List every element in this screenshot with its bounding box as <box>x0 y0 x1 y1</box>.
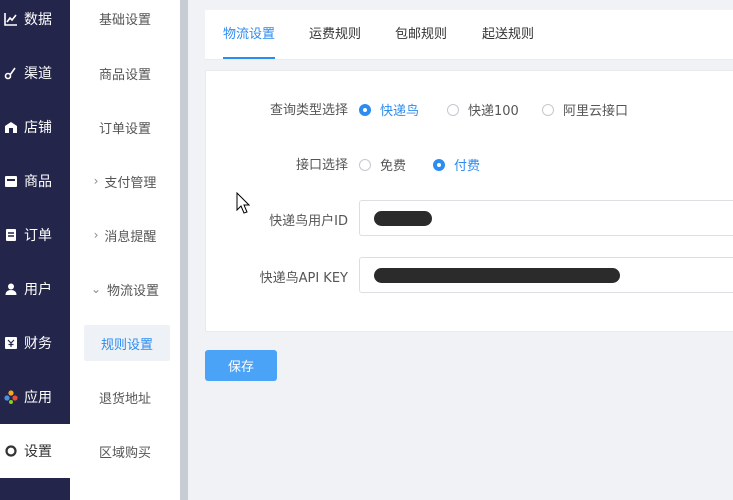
channel-icon <box>4 66 18 80</box>
nav-item-finance[interactable]: 财务 <box>0 316 70 370</box>
nav-item-label: 商品 <box>24 174 52 190</box>
subnav-region-purchase[interactable]: 区域购买 <box>70 433 180 469</box>
chart-icon <box>4 12 18 26</box>
radio-aliyun[interactable]: 阿里云接口 <box>542 100 628 119</box>
nav-item-label: 渠道 <box>24 66 52 82</box>
sidebar-divider <box>180 0 188 500</box>
radio-dot-icon <box>359 103 371 116</box>
nav-item-label: 用户 <box>24 282 52 298</box>
logistics-form: 查询类型选择 快递鸟 快递100 阿里云接口 接口选择 免费 付费 快递鸟用户I… <box>205 70 733 332</box>
subnav-label: 退货地址 <box>98 391 151 407</box>
radio-dot-icon <box>447 103 459 116</box>
api-select-label: 接口选择 <box>295 158 348 173</box>
subnav-basic-settings[interactable]: 基础设置 <box>70 0 180 36</box>
tab-min-order-rules[interactable]: 起送规则 <box>482 10 534 60</box>
mouse-cursor-icon <box>236 192 250 214</box>
radio-label: 快递100 <box>468 104 519 119</box>
nav-item-goods[interactable]: 商品 <box>0 154 70 208</box>
tab-freight-rules[interactable]: 运费规则 <box>309 10 361 60</box>
nav-item-user[interactable]: 用户 <box>0 262 70 316</box>
tab-logistics-settings[interactable]: 物流设置 <box>223 10 275 60</box>
nav-item-label: 店铺 <box>24 120 52 136</box>
subnav-return-address[interactable]: 退货地址 <box>70 379 180 415</box>
tab-free-shipping-rules[interactable]: 包邮规则 <box>395 10 447 60</box>
primary-sidebar: 数据 渠道 店铺 商品 订单 用户 财务 应用 设置 <box>0 0 70 500</box>
nav-item-apps[interactable]: 应用 <box>0 370 70 424</box>
radio-dot-icon <box>542 103 554 116</box>
subnav-label: 订单设置 <box>98 121 151 137</box>
query-type-label: 查询类型选择 <box>269 103 348 118</box>
subnav-rule-settings[interactable]: 规则设置 <box>84 325 170 361</box>
secondary-sidebar: 基础设置 商品设置 订单设置 › 支付管理 › 消息提醒 ⌄ 物流设置 规则设置… <box>70 0 180 500</box>
tab-label: 运费规则 <box>309 27 362 42</box>
goods-icon <box>4 174 18 188</box>
subnav-logistics[interactable]: ⌄ 物流设置 <box>70 271 180 307</box>
api-key-label: 快递鸟API KEY <box>259 271 348 286</box>
subnav-order-settings[interactable]: 订单设置 <box>70 109 180 145</box>
subnav-label: 消息提醒 <box>104 229 157 245</box>
nav-item-store[interactable]: 店铺 <box>0 100 70 154</box>
nav-item-label: 设置 <box>24 444 52 460</box>
subnav-label: 商品设置 <box>98 67 151 83</box>
store-icon <box>4 120 18 134</box>
user-id-label: 快递鸟用户ID <box>269 214 348 229</box>
radio-label: 阿里云接口 <box>563 104 629 119</box>
radio-kdniao[interactable]: 快递鸟 <box>359 100 419 119</box>
radio-label: 免费 <box>380 159 407 174</box>
active-tab-indicator <box>223 57 275 59</box>
subnav-messages[interactable]: › 消息提醒 <box>70 217 180 253</box>
subnav-label: 支付管理 <box>104 175 157 191</box>
radio-kuaidi100[interactable]: 快递100 <box>447 100 519 119</box>
radio-dot-icon <box>359 158 371 171</box>
chevron-right-icon: › <box>93 228 99 242</box>
nav-item-settings[interactable]: 设置 <box>0 424 70 478</box>
tab-label: 包邮规则 <box>395 27 448 42</box>
nav-item-label: 应用 <box>24 390 52 406</box>
redaction-mark <box>374 268 620 283</box>
radio-label: 付费 <box>454 159 481 174</box>
tab-label: 起送规则 <box>482 27 535 42</box>
apps-icon <box>4 390 18 404</box>
chevron-right-icon: › <box>93 174 99 188</box>
api-key-input[interactable] <box>359 257 733 293</box>
finance-icon <box>4 336 18 350</box>
settings-icon <box>4 444 18 458</box>
order-icon <box>4 228 18 242</box>
tab-label: 物流设置 <box>223 27 276 42</box>
radio-paid[interactable]: 付费 <box>433 155 480 174</box>
subnav-label: 物流设置 <box>107 283 160 299</box>
nav-item-label: 订单 <box>24 228 52 244</box>
nav-item-label: 财务 <box>24 336 52 352</box>
tab-bar: 物流设置 运费规则 包邮规则 起送规则 <box>205 10 733 60</box>
subnav-label: 区域购买 <box>98 445 151 461</box>
subnav-label: 基础设置 <box>98 12 151 28</box>
radio-label: 快递鸟 <box>380 104 420 119</box>
subnav-goods-settings[interactable]: 商品设置 <box>70 55 180 91</box>
user-id-input[interactable] <box>359 200 733 236</box>
subnav-label: 规则设置 <box>100 337 153 353</box>
nav-item-channel[interactable]: 渠道 <box>0 46 70 100</box>
nav-item-label: 数据 <box>24 12 52 28</box>
subnav-payment[interactable]: › 支付管理 <box>70 163 180 199</box>
radio-free[interactable]: 免费 <box>359 155 406 174</box>
nav-item-order[interactable]: 订单 <box>0 208 70 262</box>
radio-dot-icon <box>433 158 445 171</box>
nav-item-data[interactable]: 数据 <box>0 0 70 46</box>
save-button[interactable]: 保存 <box>205 350 277 381</box>
user-icon <box>4 282 18 296</box>
chevron-down-icon: ⌄ <box>90 282 102 296</box>
redaction-mark <box>374 211 432 226</box>
